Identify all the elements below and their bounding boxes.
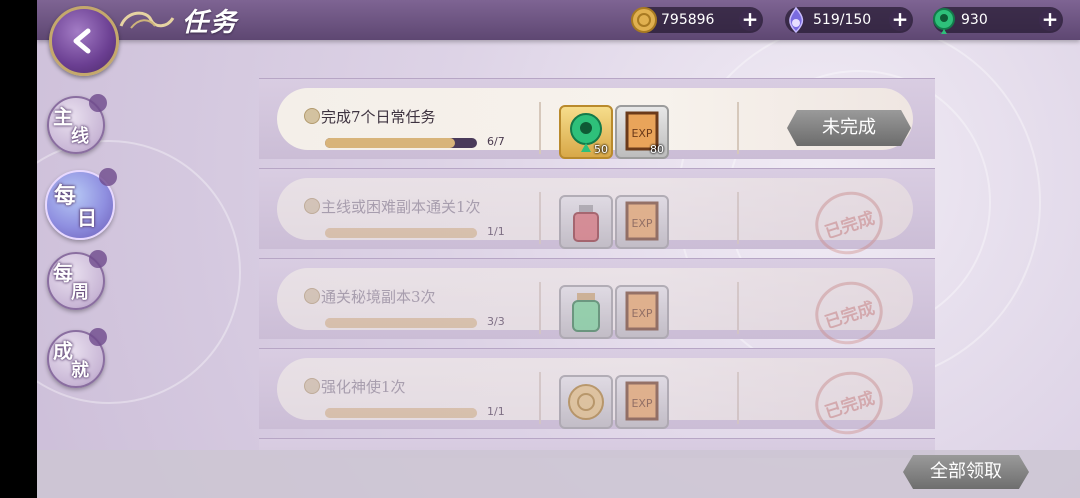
progress-bar [325, 408, 477, 418]
page-title: 任务 [182, 8, 239, 38]
tab-main-label-2: 线 [71, 126, 89, 147]
reward-item[interactable] [559, 375, 613, 429]
tab-weekly[interactable]: 每 周 [47, 250, 107, 310]
flower-ornament-icon [99, 168, 117, 186]
coin-icon [631, 7, 657, 33]
exp-lantern-icon: EXP [625, 201, 659, 241]
divider [539, 282, 541, 334]
exp-label: EXP [631, 217, 652, 230]
task-title: 强化神使1次 [321, 378, 406, 396]
progress-fill [325, 408, 477, 418]
flower-ornament-icon [89, 328, 107, 346]
flower-ornament-icon [89, 250, 107, 268]
progress-bar [325, 228, 477, 238]
tab-daily[interactable]: 每 日 [45, 168, 117, 240]
reward-item[interactable]: EXP [615, 195, 669, 249]
jade-value: 930 [961, 12, 988, 28]
divider [737, 282, 739, 334]
reward-item[interactable]: 50 [559, 105, 613, 159]
reward-item[interactable] [559, 285, 613, 339]
task-title: 通关秘境副本3次 [321, 288, 436, 306]
progress-bar [325, 318, 477, 328]
completed-stamp: 已完成 [807, 273, 891, 353]
incomplete-button[interactable]: 未完成 [787, 110, 911, 146]
reward-count: 80 [650, 143, 664, 156]
progress-fill [325, 228, 477, 238]
progress-text: 1/1 [487, 225, 505, 238]
divider [539, 102, 541, 154]
green-jade-icon [933, 8, 955, 34]
divider [539, 372, 541, 424]
exp-lantern-icon: EXP [625, 381, 659, 421]
exp-label: EXP [631, 307, 652, 320]
divider [737, 192, 739, 244]
reward-item[interactable]: EXP 80 [615, 105, 669, 159]
spirit-flame-icon [789, 6, 804, 34]
progress-text: 1/1 [487, 405, 505, 418]
claim-all-button[interactable]: 全部领取 [903, 455, 1029, 489]
exp-lantern-icon: EXP [625, 291, 659, 331]
title-ornament-icon [119, 11, 175, 29]
task-bullet-icon [304, 108, 320, 124]
back-arrow-icon [73, 28, 91, 54]
resource-jade: 930 + [933, 7, 1063, 34]
coin-icon [568, 384, 604, 420]
add-stamina-button[interactable]: + [889, 9, 911, 31]
task-card: 通关秘境副本3次 3/3 EXP 已完成 [277, 268, 913, 353]
task-title: 完成7个日常任务 [321, 108, 436, 126]
tab-achievements-label-2: 就 [71, 360, 89, 381]
completed-stamp: 已完成 [807, 183, 891, 263]
progress-fill [325, 318, 477, 328]
top-bar: 任务 795896 + 519/150 + 930 + [37, 0, 1080, 40]
progress-text: 3/3 [487, 315, 505, 328]
task-row: 通关秘境副本3次 3/3 EXP 已完成 [259, 258, 935, 353]
exp-label: EXP [631, 127, 652, 140]
task-list[interactable]: 完成7个日常任务 6/7 50 EXP 80 未完成 主线或困难副本通关1次 1… [259, 78, 935, 458]
tab-achievements[interactable]: 成 就 [47, 328, 107, 388]
green-jar-icon [572, 293, 600, 332]
coin-value: 795896 [661, 12, 715, 28]
task-card: 主线或困难副本通关1次 1/1 EXP 已完成 [277, 178, 913, 263]
progress-bar [325, 138, 477, 148]
back-button[interactable] [49, 6, 119, 76]
task-bullet-icon [304, 378, 320, 394]
add-jade-button[interactable]: + [1039, 9, 1061, 31]
reward-item[interactable]: EXP [615, 375, 669, 429]
reward-count: 50 [594, 143, 608, 156]
resource-stamina: 519/150 + [785, 6, 913, 34]
task-card: 强化神使1次 1/1 EXP 已完成 [277, 358, 913, 443]
tab-weekly-label-2: 周 [71, 282, 89, 303]
tab-daily-label-2: 日 [77, 206, 97, 230]
divider [737, 372, 739, 424]
exp-label: EXP [631, 397, 652, 410]
tab-main-story[interactable]: 主 线 [47, 94, 107, 154]
task-bullet-icon [304, 198, 320, 214]
task-title: 主线或困难副本通关1次 [321, 198, 481, 216]
divider [737, 102, 739, 154]
task-row: 完成7个日常任务 6/7 50 EXP 80 未完成 [259, 78, 935, 159]
progress-text: 6/7 [487, 135, 505, 148]
flower-ornament-icon [89, 94, 107, 112]
task-card: 完成7个日常任务 6/7 50 EXP 80 未完成 [277, 88, 913, 159]
stamina-value: 519/150 [813, 12, 872, 28]
task-bullet-icon [304, 288, 320, 304]
task-row: 强化神使1次 1/1 EXP 已完成 [259, 348, 935, 443]
tab-weekly-label-1: 每 [53, 261, 73, 285]
potion-bottle-icon [573, 205, 599, 242]
task-row: 主线或困难副本通关1次 1/1 EXP 已完成 [259, 168, 935, 263]
tab-main-label-1: 主 [53, 105, 73, 129]
tab-achievements-label-1: 成 [53, 339, 73, 363]
divider [539, 192, 541, 244]
tab-daily-label-1: 每 [54, 183, 77, 209]
resource-coin: 795896 + [631, 7, 763, 33]
reward-item[interactable] [559, 195, 613, 249]
add-coin-button[interactable]: + [739, 9, 761, 31]
reward-item[interactable]: EXP [615, 285, 669, 339]
task-screen: 任务 795896 + 519/150 + 930 + 主 线 每 日 每 周 … [37, 0, 1080, 498]
progress-fill [325, 138, 456, 148]
completed-stamp: 已完成 [807, 363, 891, 443]
